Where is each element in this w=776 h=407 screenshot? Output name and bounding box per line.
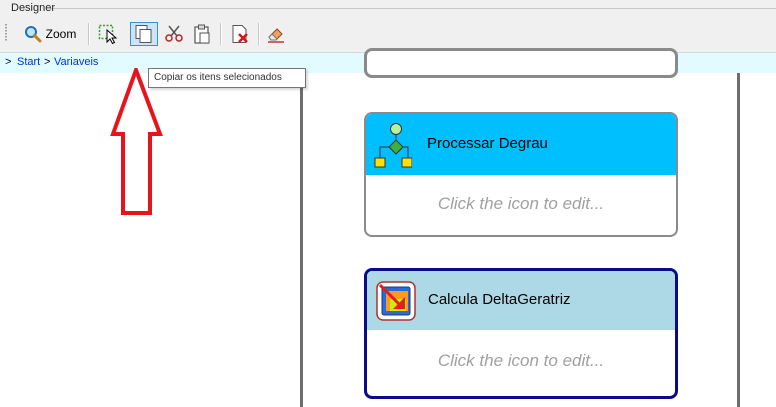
breadcrumb-separator: > (5, 56, 12, 68)
cut-icon (164, 24, 184, 44)
flowchart-icon[interactable] (372, 120, 413, 177)
delete-icon (230, 24, 250, 44)
zoom-button[interactable]: Zoom (20, 22, 80, 46)
toolbar-separator (220, 23, 222, 45)
select-icon (98, 24, 118, 44)
activity-header: Processar Degrau (366, 114, 676, 175)
breadcrumb-separator: > (44, 56, 51, 68)
breadcrumb-item-start[interactable]: Start (17, 56, 40, 68)
copy-tooltip: Copiar os itens selecionados (148, 68, 306, 88)
activity-title: Calcula DeltaGeratriz (428, 291, 571, 308)
copy-button[interactable] (130, 22, 158, 46)
sequence-right-border (737, 73, 740, 407)
title-divider (50, 8, 776, 9)
activity-card-processar-degrau[interactable]: Processar Degrau Click the icon to edit.… (364, 112, 678, 237)
activity-header: Calcula DeltaGeratriz (367, 271, 675, 330)
toolbar-grip[interactable] (5, 24, 7, 42)
panel-title: Designer (11, 2, 56, 14)
toolbar-separator (258, 23, 260, 45)
eraser-icon (266, 24, 286, 44)
designer-title-bar (0, 0, 776, 17)
paste-button[interactable] (190, 22, 214, 46)
activity-card-previous[interactable] (364, 48, 678, 78)
select-button[interactable] (96, 22, 120, 46)
activity-title: Processar Degrau (427, 135, 548, 152)
activity-edit-hint: Click the icon to edit... (437, 194, 605, 213)
paste-icon (192, 24, 212, 44)
custom-activity-icon[interactable] (376, 281, 418, 328)
copy-icon (134, 24, 154, 44)
sequence-left-border (300, 73, 303, 407)
activity-edit-hint: Click the icon to edit... (437, 351, 605, 370)
zoom-icon (24, 25, 42, 43)
clear-button[interactable] (264, 22, 288, 46)
red-arrow-annotation (110, 68, 163, 215)
toolbar-separator (88, 23, 90, 45)
delete-button[interactable] (228, 22, 252, 46)
cut-button[interactable] (162, 22, 186, 46)
breadcrumb-item-variaveis[interactable]: Variaveis (54, 56, 98, 68)
activity-card-calcula-deltageratriz[interactable]: Calcula DeltaGeratriz Click the icon to … (364, 268, 678, 399)
zoom-label: Zoom (45, 27, 77, 41)
